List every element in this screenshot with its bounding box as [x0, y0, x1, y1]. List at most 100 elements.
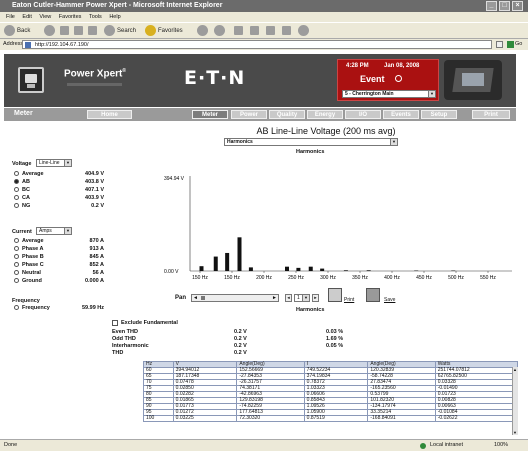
x-tick-label: 450 Hz [416, 275, 432, 281]
page-prev-button[interactable]: ◄ [285, 294, 292, 302]
radio-icon [14, 187, 19, 193]
home-button[interactable] [88, 25, 99, 38]
printer-icon[interactable] [328, 288, 342, 302]
voltage-option[interactable]: Average [14, 171, 44, 178]
print-link[interactable]: Print [344, 297, 354, 303]
stop-button[interactable] [60, 25, 71, 38]
event-label: Event [360, 74, 385, 84]
page-next-button[interactable]: ► [312, 294, 319, 302]
current-option[interactable]: Phase A [14, 246, 44, 253]
view-select[interactable]: Harmonics ▼ [224, 138, 398, 146]
nav-power[interactable]: Power [231, 110, 267, 119]
edit-toolbar-button[interactable] [266, 25, 277, 38]
nav-meter[interactable]: Meter [192, 110, 228, 119]
voltage-option[interactable]: AB [14, 179, 30, 186]
close-icon[interactable]: × [512, 1, 523, 11]
search-button[interactable]: Search [104, 25, 136, 38]
y-max-label: 394.94 V [164, 176, 185, 182]
x-tick-label: 250 Hz [288, 275, 304, 281]
menu-file[interactable]: File [6, 14, 15, 20]
y-min-label: 0.00 V [164, 269, 179, 275]
voltage-option[interactable]: NG [14, 203, 30, 210]
radio-icon [14, 278, 19, 284]
nav-events[interactable]: Events [383, 110, 419, 119]
messenger-button[interactable] [298, 25, 311, 38]
thd-row-volts: 0.2 V [234, 329, 247, 335]
history-button[interactable] [214, 25, 227, 38]
minimize-icon[interactable]: _ [486, 1, 497, 11]
menu-help[interactable]: Help [109, 14, 120, 20]
chart-title: AB Line-Line Voltage (200 ms avg) [256, 126, 396, 136]
table-scrollbar[interactable]: ▲ ▼ [512, 367, 518, 435]
chart-subtitle: Harmonics [296, 149, 325, 155]
menu-favorites[interactable]: Favorites [59, 14, 82, 20]
frequency-option[interactable]: Frequency [14, 305, 50, 312]
current-option[interactable]: Ground [14, 278, 42, 285]
main-navigation: Meter Home Meter Power Quality Energy I/… [4, 108, 516, 121]
table-caption: Harmonics [296, 307, 325, 313]
mail-button[interactable] [234, 25, 245, 38]
radio-icon [14, 270, 19, 276]
x-tick-label: 350 Hz [352, 275, 368, 281]
refresh-button[interactable] [74, 25, 85, 38]
harmonic-bar [199, 266, 204, 271]
nav-energy[interactable]: Energy [307, 110, 343, 119]
page-select[interactable]: 1 ▼ [294, 294, 310, 302]
chevron-down-icon: ▼ [64, 228, 71, 234]
x-tick-label: 150 Hz [192, 275, 208, 281]
nav-home[interactable]: Home [87, 110, 132, 119]
x-tick-label: 400 Hz [384, 275, 400, 281]
maximize-icon[interactable]: □ [499, 1, 510, 11]
voltage-type-select[interactable]: Line-Line ▼ [36, 159, 72, 167]
media-button[interactable] [197, 25, 210, 38]
event-indicator-icon[interactable] [395, 75, 402, 82]
current-option[interactable]: Phase B [14, 254, 44, 261]
current-type-select[interactable]: Amps ▼ [36, 227, 72, 235]
back-icon [4, 25, 15, 36]
printer-icon [250, 25, 259, 35]
table-row[interactable]: 100 0.03225 72.30320 0.87519 -168.84091 -0.02… [143, 415, 519, 422]
scroll-thumb[interactable] [201, 296, 205, 300]
nav-io[interactable]: I/O [345, 110, 381, 119]
nav-print[interactable]: Print [472, 110, 510, 119]
favorites-button[interactable]: Favorites [145, 25, 183, 38]
location-select[interactable]: 5 - Cherrington Main ▼ [342, 90, 436, 98]
harmonic-bar [213, 256, 218, 271]
current-option[interactable]: Average [14, 238, 44, 245]
back-button[interactable]: Back [4, 25, 30, 38]
harmonic-bar [225, 252, 230, 271]
menu-view[interactable]: View [39, 14, 51, 20]
nav-quality[interactable]: Quality [269, 110, 305, 119]
refresh-icon [74, 25, 83, 35]
chevron-down-icon: ▼ [390, 139, 397, 145]
address-input[interactable]: http://192.104.67.190/ [22, 40, 492, 49]
current-option[interactable]: Neutral [14, 270, 41, 277]
zoom-level[interactable]: 100% [494, 440, 508, 451]
radio-icon [14, 262, 19, 268]
current-option[interactable]: Phase C [14, 262, 44, 269]
forward-button[interactable] [44, 25, 57, 38]
go-button[interactable]: Go [515, 39, 522, 50]
messenger-icon [298, 25, 309, 36]
print-toolbar-button[interactable] [250, 25, 261, 38]
menu-tools[interactable]: Tools [89, 14, 102, 20]
save-disk-icon[interactable] [366, 288, 380, 302]
exclude-fundamental-checkbox[interactable] [112, 320, 118, 326]
pan-scrollbar[interactable]: ◄ ► [191, 294, 279, 302]
mail-icon [234, 25, 243, 35]
window-title-bar: Eaton Cutler-Hammer Power Xpert - Micros… [0, 0, 528, 12]
voltage-option[interactable]: BC [14, 187, 30, 194]
go-arrow-icon[interactable] [507, 41, 514, 48]
x-tick-label: 300 Hz [320, 275, 336, 281]
voltage-option[interactable]: CA [14, 195, 30, 202]
address-dropdown-icon[interactable] [496, 41, 503, 48]
thd-row-percent: 0.03 % [326, 329, 344, 335]
nav-setup[interactable]: Setup [421, 110, 457, 119]
radio-icon [14, 179, 19, 185]
discuss-button[interactable] [282, 25, 293, 38]
edit-icon [266, 25, 275, 35]
save-link[interactable]: Save [384, 297, 395, 303]
menu-edit[interactable]: Edit [22, 14, 31, 20]
thd-row-label: THD [112, 350, 124, 356]
scroll-up-icon: ▲ [513, 367, 517, 372]
